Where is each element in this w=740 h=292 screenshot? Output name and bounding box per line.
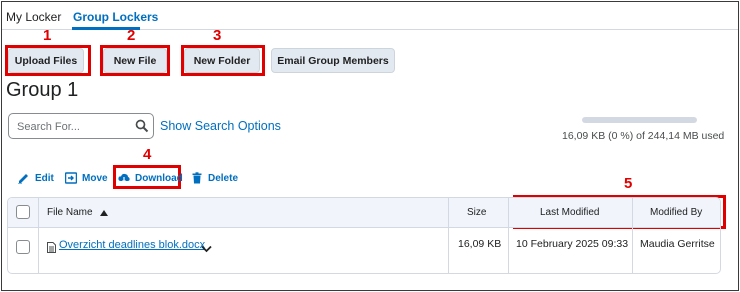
- highlight-new-folder: [181, 45, 265, 76]
- delete-label: Delete: [208, 172, 239, 184]
- file-name-sort-header[interactable]: File Name: [47, 207, 108, 218]
- annotation-number-5: 5: [624, 175, 633, 192]
- files-table: [7, 197, 721, 274]
- annotation-number-3: 3: [213, 27, 222, 44]
- sort-ascending-icon: [99, 209, 108, 216]
- trash-icon: [192, 172, 202, 184]
- delete-button[interactable]: Delete: [191, 171, 238, 185]
- search-box: [8, 113, 154, 139]
- page-title: Group 1: [6, 79, 79, 101]
- move-label: Move: [82, 172, 108, 184]
- document-icon: [47, 240, 56, 258]
- column-divider: [632, 198, 633, 273]
- tab-group-lockers[interactable]: Group Lockers: [73, 10, 158, 24]
- annotation-number-1: 1: [43, 27, 52, 44]
- highlight-upload: [5, 45, 91, 76]
- file-size: 16,09 KB: [458, 238, 502, 250]
- storage-usage-bar: [582, 117, 697, 123]
- chevron-down-icon[interactable]: [201, 240, 212, 258]
- email-group-members-button[interactable]: Email Group Members: [271, 48, 395, 73]
- download-label: Download: [135, 172, 183, 184]
- storage-usage-text: 16,09 KB (0 %) of 244,14 MB used: [562, 130, 725, 142]
- search-input[interactable]: [17, 119, 127, 135]
- row-checkbox[interactable]: [16, 240, 30, 254]
- size-header: Size: [467, 207, 487, 218]
- search-icon[interactable]: [135, 119, 149, 133]
- pencil-icon: [18, 174, 28, 184]
- file-name-header: File Name: [47, 207, 93, 218]
- edit-button[interactable]: Edit: [18, 171, 54, 185]
- move-icon: [65, 172, 77, 184]
- modified-by-header[interactable]: Modified By: [650, 207, 702, 218]
- show-search-options-link[interactable]: Show Search Options: [160, 119, 281, 133]
- move-button[interactable]: Move: [65, 171, 108, 185]
- table-header: [8, 198, 720, 228]
- file-link[interactable]: Overzicht deadlines blok.docx: [59, 239, 205, 251]
- cloud-download-icon: [118, 173, 130, 183]
- edit-label: Edit: [35, 172, 54, 184]
- highlight-new-file: [100, 45, 170, 76]
- annotation-number-4: 4: [143, 146, 152, 163]
- download-button[interactable]: Download: [118, 171, 183, 185]
- file-last-modified: 10 February 2025 09:33: [516, 238, 629, 250]
- column-divider: [508, 198, 509, 273]
- select-all-checkbox[interactable]: [16, 205, 30, 219]
- column-divider: [38, 198, 39, 273]
- file-modified-by: Maudia Gerritse: [640, 238, 715, 250]
- column-divider: [448, 198, 449, 273]
- annotation-number-2: 2: [127, 27, 136, 44]
- last-modified-header[interactable]: Last Modified: [540, 207, 599, 218]
- tab-my-locker[interactable]: My Locker: [6, 10, 61, 24]
